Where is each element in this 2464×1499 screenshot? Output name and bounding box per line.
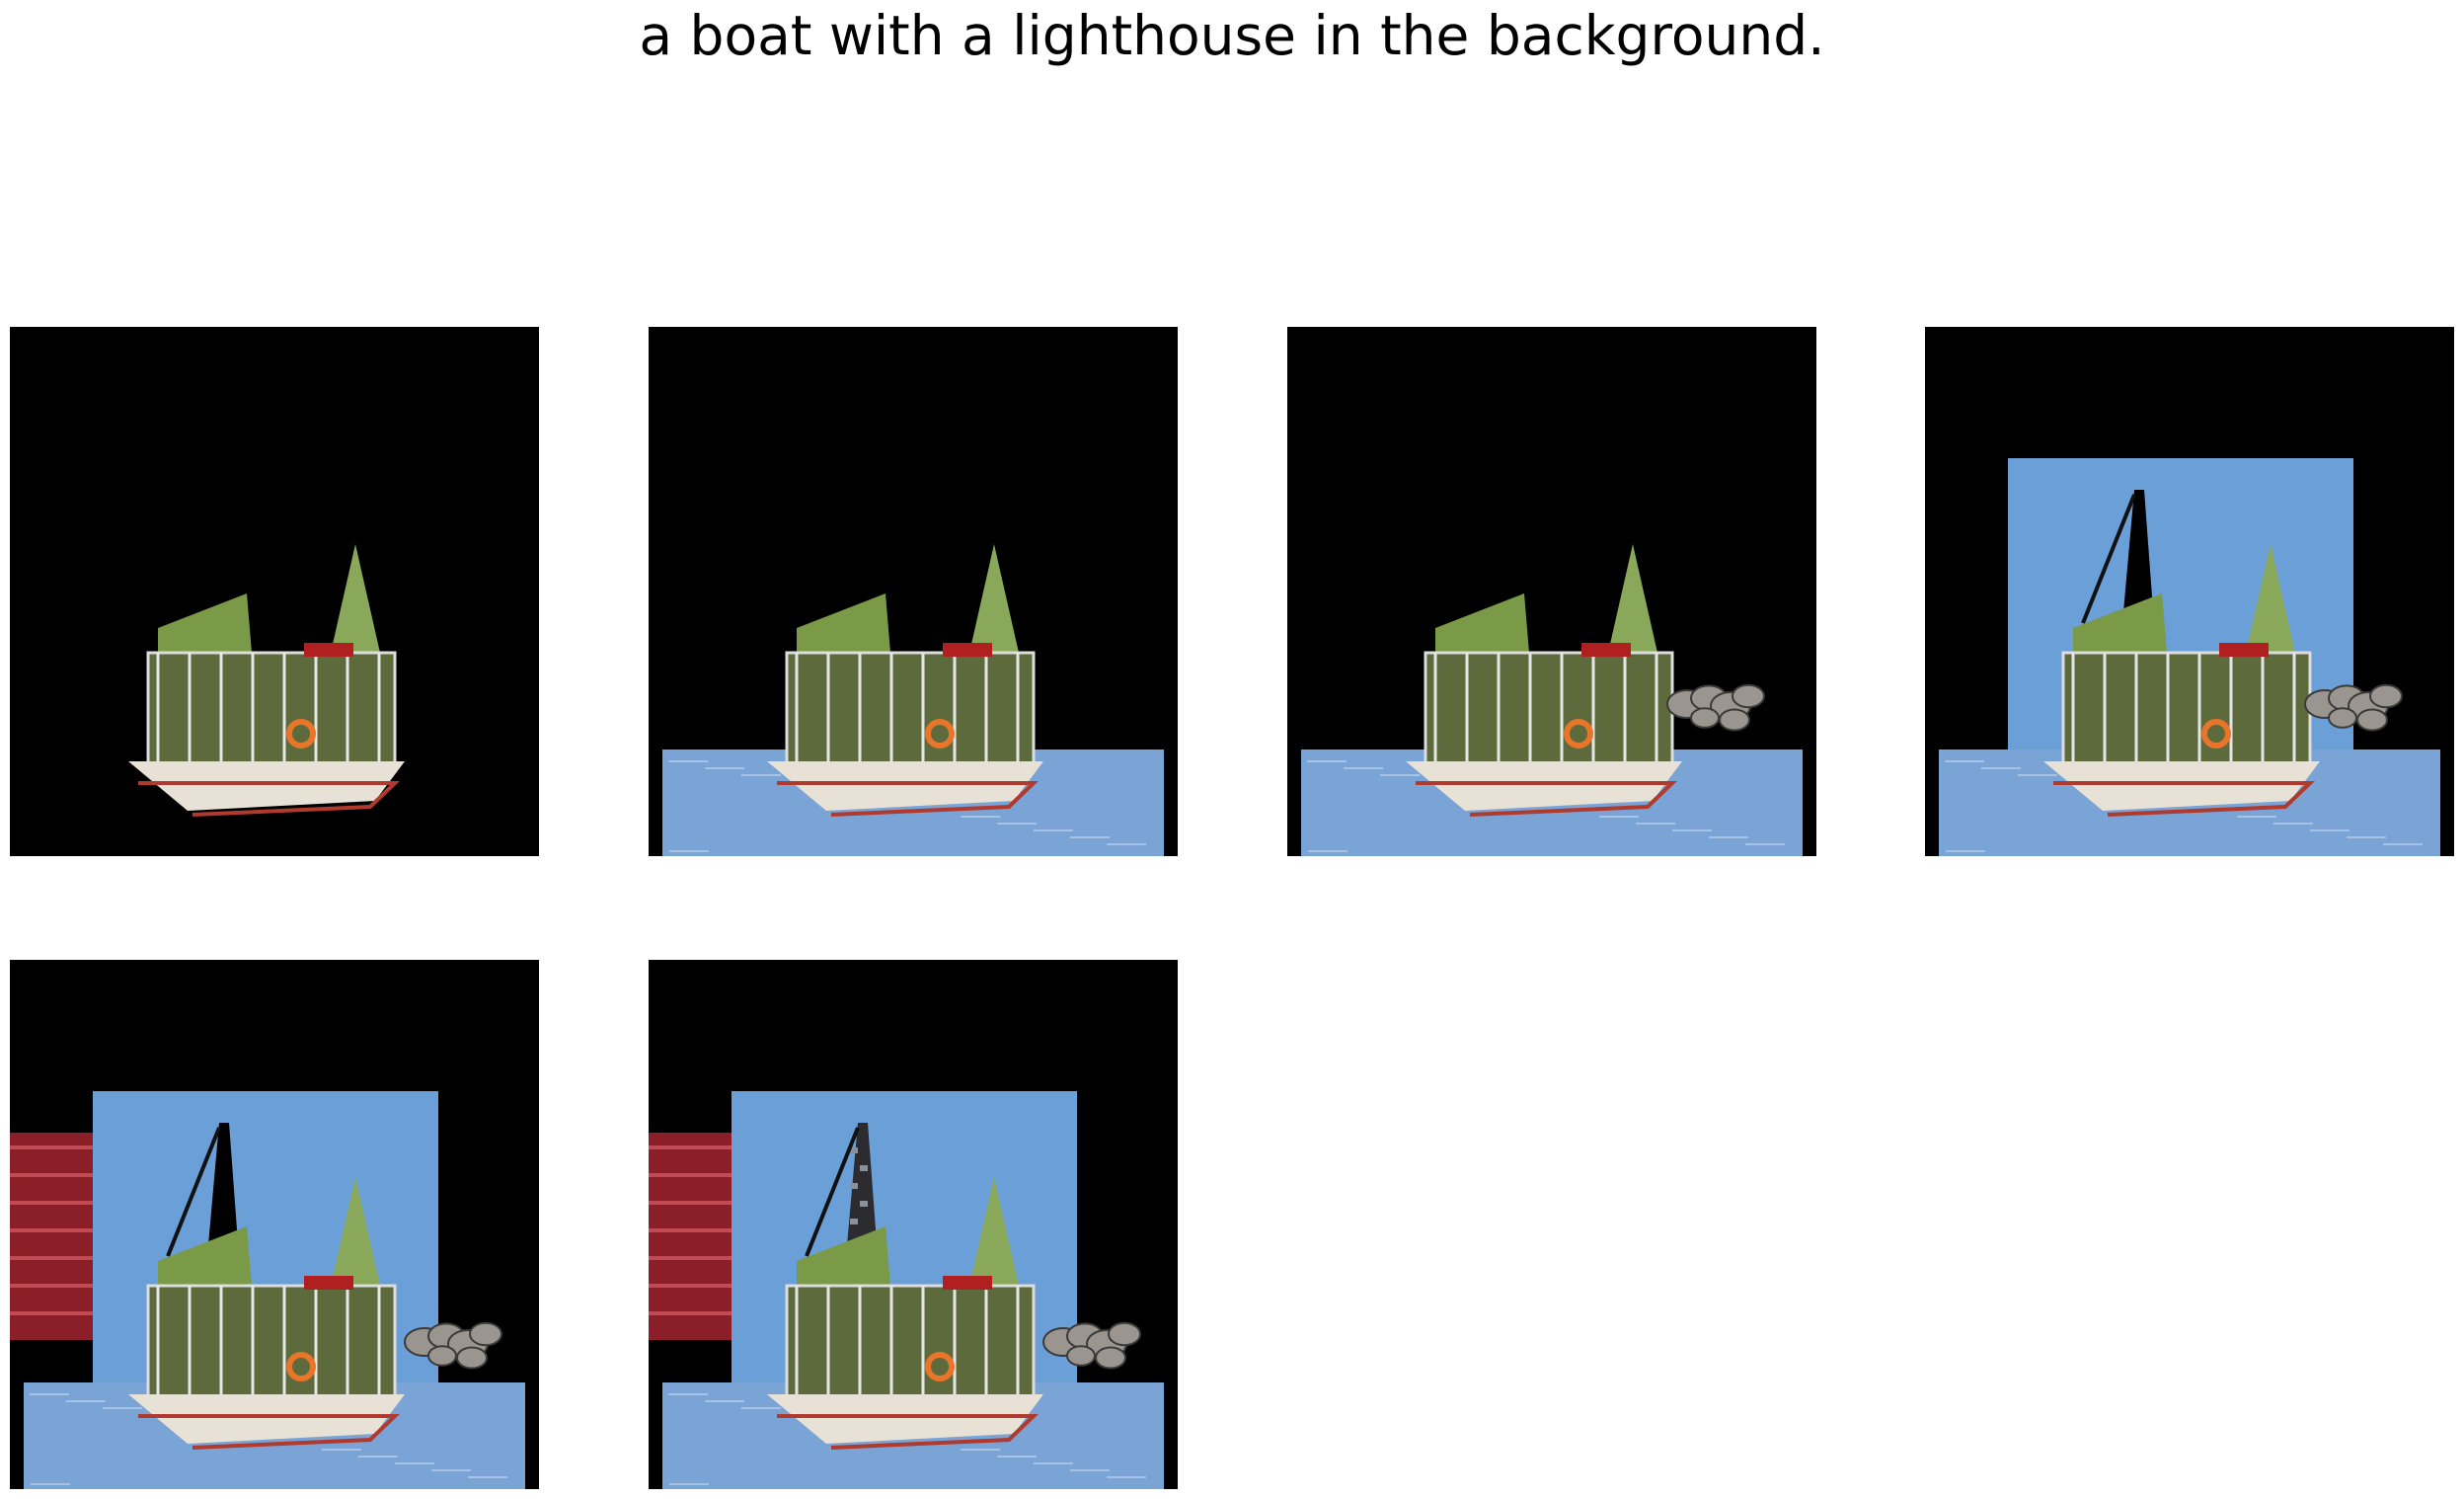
composite-image-1: [128, 544, 405, 817]
boat-layer: [767, 544, 1043, 817]
boat-layer: [1406, 544, 1682, 817]
red-structure-layer: [10, 1133, 93, 1340]
boat-cabin: [785, 1284, 1036, 1406]
cabin-sign: [943, 1276, 992, 1290]
composite-image-2: [662, 544, 1164, 856]
red-structure-layer: [649, 1133, 732, 1340]
cabin-sign: [304, 1276, 353, 1290]
generation-panel-4: [1925, 327, 2454, 856]
cabin-sign: [1581, 643, 1631, 657]
generation-panel-2: [649, 327, 1178, 856]
composite-image-4: [1939, 458, 2440, 856]
composite-image-6: [649, 1091, 1164, 1489]
roof-foliage: [797, 593, 890, 653]
generation-panel-1: [10, 327, 539, 856]
boat-cabin: [146, 1284, 397, 1406]
boat-layer: [128, 544, 405, 817]
cabin-sign: [304, 643, 353, 657]
boat-hull: [128, 761, 405, 811]
boat-cabin: [146, 651, 397, 773]
figure-caption: a boat with a lighthouse in the backgrou…: [639, 4, 1825, 67]
generation-panel-6: [649, 960, 1178, 1489]
boat-cabin: [1424, 651, 1674, 773]
tree-cutout: [331, 544, 380, 653]
rocks-layer: [1666, 683, 1765, 732]
boat-cabin: [785, 651, 1036, 773]
tree-cutout: [1608, 544, 1657, 653]
cabin-sign: [2219, 643, 2269, 657]
composite-image-3: [1301, 544, 1803, 856]
cabin-sign: [943, 643, 992, 657]
boat-cabin: [2061, 651, 2312, 773]
generation-panel-5: [10, 960, 539, 1489]
composite-image-5: [10, 1091, 525, 1489]
generation-panel-3: [1287, 327, 1816, 856]
tree-cutout: [969, 544, 1019, 653]
roof-foliage: [158, 593, 252, 653]
roof-foliage: [1435, 593, 1529, 653]
